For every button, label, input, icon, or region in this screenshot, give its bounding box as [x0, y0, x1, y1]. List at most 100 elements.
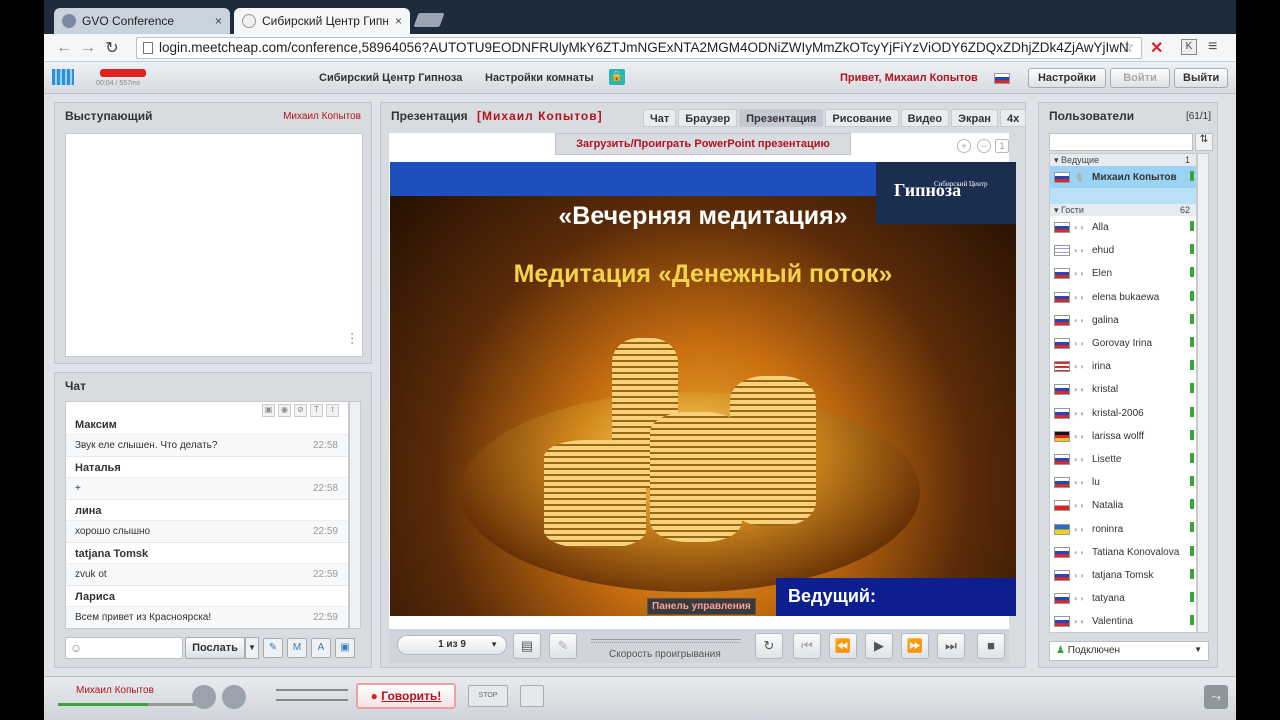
actual-size-icon[interactable]: 1 — [995, 139, 1009, 153]
user-row[interactable]: ◐◑ Gorovay Irina — [1050, 332, 1196, 355]
group-guests[interactable]: ▾ Гости 62 — [1050, 204, 1196, 216]
play-icon[interactable]: ▶ — [865, 633, 893, 659]
first-slide-icon[interactable]: ⏮ — [793, 633, 821, 659]
send-options-chevron-icon[interactable]: ▼ — [245, 637, 259, 659]
page-selector[interactable]: 1 из 9 ▼ — [397, 635, 507, 655]
refresh-icon[interactable]: ↻ — [755, 633, 783, 659]
user-row[interactable]: ◐◑ lu — [1050, 471, 1196, 494]
tab-siberian-center[interactable]: Сибирский Центр Гипноз × — [234, 8, 410, 34]
chevron-down-icon: ▼ — [1194, 645, 1202, 654]
upload-presentation-button[interactable]: Загрузить/Проиграть PowerPoint презентац… — [555, 133, 851, 155]
lock-icon[interactable]: 🔒 — [609, 69, 625, 85]
chat-messages[interactable]: ▣ ◉ ⊘ T t Максим Звук еле слышен. Что дел… — [65, 401, 349, 629]
country-flag-icon — [1054, 616, 1070, 628]
user-row[interactable]: ◐◑ elena bukaewa — [1050, 286, 1196, 309]
extension-k-icon[interactable]: K — [1181, 39, 1197, 55]
clear-icon[interactable]: ⊘ — [294, 404, 307, 417]
user-row-host[interactable]: 🎙 Михаил Копытов — [1050, 166, 1196, 188]
window-icon[interactable]: ▣ — [335, 638, 355, 658]
zoom-out-icon[interactable]: − — [977, 139, 991, 153]
stop-icon[interactable]: ■ — [977, 633, 1005, 659]
tab-0[interactable]: Чат — [643, 109, 677, 127]
close-icon[interactable]: × — [395, 14, 402, 28]
microphone-icon[interactable] — [192, 685, 216, 709]
tab-6[interactable]: 4x — [999, 109, 1027, 127]
speed-slider[interactable] — [591, 639, 741, 643]
settings-button[interactable]: Настройки — [1028, 68, 1106, 88]
user-row[interactable]: ◐◑ roninra — [1050, 517, 1196, 540]
record-indicator[interactable] — [100, 69, 146, 77]
user-row[interactable]: ◐◑ kristal-2006 — [1050, 402, 1196, 425]
talk-label: Говорить! — [381, 689, 442, 703]
last-slide-icon[interactable]: ⏭ — [937, 633, 965, 659]
share-icon[interactable]: ⤳ — [1204, 685, 1228, 709]
reload-icon[interactable]: ↻ — [100, 38, 124, 58]
menu-icon[interactable]: ≡ — [1208, 38, 1217, 56]
tab-1[interactable]: Браузер — [678, 109, 738, 127]
user-row[interactable]: ◐◑ larissa wolff — [1050, 425, 1196, 448]
font-size-up-icon[interactable]: T — [310, 404, 323, 417]
volume-slider[interactable] — [276, 689, 348, 701]
user-row[interactable]: ◐◑ Lisette — [1050, 448, 1196, 471]
user-row[interactable]: ◐◑ Elen — [1050, 262, 1196, 285]
tab-3[interactable]: Рисование — [825, 109, 899, 127]
country-flag-icon — [1054, 593, 1070, 605]
user-icon[interactable]: ◉ — [278, 404, 291, 417]
host-controls-row[interactable] — [1050, 188, 1196, 204]
fast-forward-icon[interactable]: ⏩ — [901, 633, 929, 659]
font-size-down-icon[interactable]: t — [326, 404, 339, 417]
russian-flag-icon[interactable] — [994, 73, 1010, 84]
stop-button[interactable]: STOP — [468, 685, 508, 707]
user-row[interactable]: ◐◑ irina — [1050, 355, 1196, 378]
chat-scrollbar[interactable] — [349, 401, 361, 629]
user-row[interactable]: ◐◑ tatyana — [1050, 587, 1196, 610]
user-row[interactable]: ◐◑ Valentina — [1050, 610, 1196, 632]
star-icon[interactable]: ☆ — [1120, 37, 1134, 57]
forward-icon[interactable]: → — [76, 39, 100, 57]
back-icon[interactable]: ← — [52, 39, 76, 57]
online-indicator — [1190, 313, 1194, 324]
user-row[interactable]: ◐◑ kristal — [1050, 378, 1196, 401]
login-button[interactable]: Войти — [1110, 68, 1170, 88]
format-m-icon[interactable]: M — [287, 638, 307, 658]
room-settings-link[interactable]: Настройки комнаты — [485, 72, 594, 84]
page-icon — [242, 14, 256, 28]
globe-icon — [62, 14, 76, 28]
webcam-icon[interactable] — [222, 685, 246, 709]
chat-input[interactable]: ☺ — [65, 637, 183, 659]
group-hosts[interactable]: ▾ Ведущие 1 — [1050, 154, 1196, 166]
tab-gvo-conference[interactable]: GVO Conference × — [54, 8, 230, 34]
user-search-input[interactable] — [1049, 133, 1193, 151]
screen-share-icon[interactable] — [520, 685, 544, 707]
user-list[interactable]: ▾ Ведущие 1 🎙 Михаил Копытов ▾ Гости 62 ◐◑… — [1049, 153, 1197, 633]
attach-icon[interactable]: ✎ — [263, 638, 283, 658]
close-icon[interactable]: × — [215, 14, 222, 28]
new-tab-button[interactable] — [413, 13, 445, 27]
text-style-icon[interactable]: A — [311, 638, 331, 658]
smiley-icon[interactable]: ☺ — [70, 641, 82, 655]
tab-5[interactable]: Экран — [951, 109, 998, 127]
notes-icon[interactable]: ▤ — [513, 633, 541, 659]
url-field[interactable]: login.meetcheap.com/conference,58964056?… — [136, 37, 1142, 59]
user-row[interactable]: ◐◑ Natalia — [1050, 494, 1196, 517]
status-select[interactable]: ♟ Подключен ▼ — [1049, 641, 1209, 661]
room-name[interactable]: Сибирский Центр Гипноза — [319, 72, 462, 84]
rewind-icon[interactable]: ⏪ — [829, 633, 857, 659]
talk-button[interactable]: ● Говорить! — [356, 683, 456, 709]
tab-2[interactable]: Презентация — [739, 109, 824, 127]
send-button[interactable]: Послать — [185, 637, 245, 659]
user-list-scrollbar[interactable] — [1197, 153, 1209, 633]
user-row[interactable]: ◐◑ Alla — [1050, 216, 1196, 239]
equalizer-icon[interactable]: ⫶ — [350, 332, 354, 350]
extension-icon[interactable]: ✕ — [1150, 38, 1163, 58]
sort-icon[interactable]: ⇅ — [1195, 133, 1213, 151]
user-row[interactable]: ◐◑ galina — [1050, 309, 1196, 332]
tab-4[interactable]: Видео — [900, 109, 950, 127]
user-row[interactable]: ◐◑ ehud — [1050, 239, 1196, 262]
user-row[interactable]: ◐◑ tatjana Tomsk — [1050, 564, 1196, 587]
logout-button[interactable]: Выйти — [1174, 68, 1228, 88]
image-icon[interactable]: ▣ — [262, 404, 275, 417]
pen-icon[interactable]: ✎ — [549, 633, 577, 659]
zoom-in-icon[interactable]: + — [957, 139, 971, 153]
user-row[interactable]: ◐◑ Tatiana Konovalova — [1050, 541, 1196, 564]
